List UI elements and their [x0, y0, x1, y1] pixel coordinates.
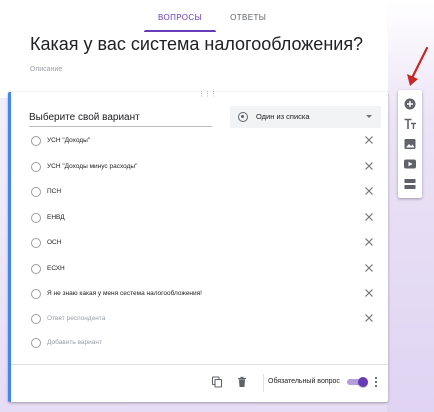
form-description-field[interactable]: Описание	[30, 66, 62, 73]
radio-icon	[31, 338, 41, 348]
radio-icon	[31, 314, 41, 324]
close-icon[interactable]	[363, 236, 375, 248]
delete-icon[interactable]	[236, 376, 248, 388]
option-row-other: Ответ респондента	[31, 312, 375, 326]
form-title[interactable]: Какая у вас система налогообложения?	[30, 34, 363, 55]
option-label[interactable]: ПСН	[47, 188, 61, 195]
option-row: Я не знаю какая у меня сестема налогообл…	[31, 287, 375, 301]
required-toggle[interactable]	[345, 377, 369, 387]
add-video-icon[interactable]	[402, 156, 418, 172]
form-tabs: ВОПРОСЫ ОТВЕТЫ	[144, 8, 280, 32]
radio-icon	[31, 289, 41, 299]
footer-divider	[263, 374, 264, 392]
option-row: ОСН	[31, 236, 375, 250]
add-image-icon[interactable]	[402, 136, 418, 152]
question-footer: Обязательный вопрос	[11, 364, 388, 402]
close-icon[interactable]	[363, 134, 375, 146]
close-icon[interactable]	[363, 287, 375, 299]
annotation-arrow-icon	[407, 46, 429, 86]
question-type-select[interactable]: Один из списка	[230, 106, 381, 128]
radio-type-icon	[238, 112, 248, 122]
tab-questions[interactable]: ВОПРОСЫ	[144, 8, 217, 32]
option-row: ЕНВД	[31, 211, 375, 225]
close-icon[interactable]	[363, 185, 375, 197]
option-row: УСН "Доходы минус расходы"	[31, 160, 375, 174]
option-label[interactable]: ЕНВД	[47, 214, 65, 221]
required-label: Обязательный вопрос	[268, 378, 340, 385]
close-icon[interactable]	[363, 160, 375, 172]
radio-icon	[31, 238, 41, 248]
other-answer-placeholder: Ответ респондента	[47, 315, 106, 322]
option-label[interactable]: УСН "Доходы минус расходы"	[47, 163, 137, 170]
option-row: ЕСХН	[31, 262, 375, 276]
radio-icon	[31, 213, 41, 223]
drag-handle-icon[interactable]: ⋮⋮⋮	[198, 91, 217, 98]
option-label[interactable]: ЕСХН	[47, 265, 65, 272]
add-question-icon[interactable]	[402, 96, 418, 112]
option-label[interactable]: УСН "Доходы"	[47, 137, 90, 144]
option-row: ПСН	[31, 185, 375, 199]
close-icon[interactable]	[363, 312, 375, 324]
tab-responses[interactable]: ОТВЕТЫ	[216, 8, 280, 32]
question-card: ⋮⋮⋮ Выберите свой вариант Один из списка…	[8, 91, 388, 402]
add-option-row: Добавить вариант	[31, 336, 375, 350]
add-title-icon[interactable]	[402, 116, 418, 132]
add-option-button[interactable]: Добавить вариант	[47, 339, 102, 346]
side-toolbar	[398, 90, 422, 198]
radio-icon	[31, 136, 41, 146]
form-header-card: Какая у вас система налогообложения? Опи…	[8, 32, 388, 90]
add-section-icon[interactable]	[402, 176, 418, 192]
question-title-field[interactable]: Выберите свой вариант	[29, 112, 212, 127]
chevron-down-icon	[366, 115, 372, 118]
question-type-label: Один из списка	[256, 112, 310, 121]
option-row: УСН "Доходы"	[31, 134, 375, 148]
toggle-thumb	[358, 377, 368, 387]
close-icon[interactable]	[363, 211, 375, 223]
option-label[interactable]: Я не знаю какая у меня сестема налогообл…	[47, 290, 202, 297]
radio-icon	[31, 162, 41, 172]
radio-icon	[31, 187, 41, 197]
more-vert-icon[interactable]	[372, 375, 380, 389]
close-icon[interactable]	[363, 262, 375, 274]
duplicate-icon[interactable]	[211, 376, 223, 388]
option-label[interactable]: ОСН	[47, 239, 61, 246]
radio-icon	[31, 264, 41, 274]
